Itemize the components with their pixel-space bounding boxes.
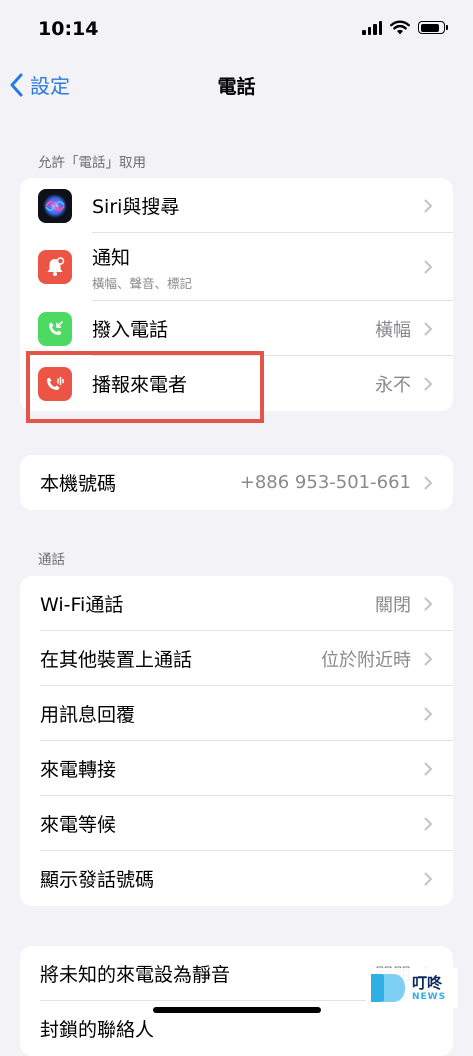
row-call-forwarding[interactable]: 來電轉接 xyxy=(20,741,453,796)
chevron-right-icon xyxy=(424,476,432,489)
watermark: 叮咚 NEWS xyxy=(366,968,458,1008)
row-value: 橫幅 xyxy=(375,319,411,341)
row-label: 本機號碼 xyxy=(40,473,117,495)
row-label: Siri與搜尋 xyxy=(92,196,180,218)
page-title: 電話 xyxy=(217,76,256,98)
siri-icon xyxy=(38,188,72,223)
navigation-bar: 設定 電話 xyxy=(0,60,473,108)
chevron-right-icon xyxy=(424,707,432,720)
row-label: 用訊息回覆 xyxy=(40,704,136,726)
section-header-calls: 通話 xyxy=(38,552,65,568)
row-label: 來電等候 xyxy=(40,814,117,836)
wifi-icon xyxy=(390,20,410,35)
row-value: 永不 xyxy=(375,374,411,396)
status-time: 10:14 xyxy=(38,18,99,40)
row-my-number[interactable]: 本機號碼 +886 953-501-661 xyxy=(20,455,453,510)
my-number-group: 本機號碼 +886 953-501-661 xyxy=(20,455,453,510)
row-label: 顯示發話號碼 xyxy=(40,869,155,891)
watermark-en: NEWS xyxy=(412,991,447,1002)
row-label: 通知 xyxy=(92,246,131,269)
status-icons xyxy=(362,20,448,35)
chevron-right-icon xyxy=(424,377,432,390)
highlight-box xyxy=(26,351,264,423)
calls-group: Wi-Fi通話 關閉 在其他裝置上通話 位於附近時 用訊息回覆 來電轉接 來電等… xyxy=(20,576,453,906)
row-value: 位於附近時 xyxy=(321,649,411,671)
chevron-right-icon xyxy=(424,652,432,665)
chevron-right-icon xyxy=(424,817,432,830)
row-call-waiting[interactable]: 來電等候 xyxy=(20,796,453,851)
chevron-right-icon xyxy=(424,762,432,775)
status-bar: 10:14 xyxy=(0,0,473,60)
row-label: 撥入電話 xyxy=(92,319,169,341)
watermark-cn: 叮咚 xyxy=(412,973,443,992)
row-subtitle: 橫幅、聲音、標記 xyxy=(92,275,193,291)
row-incoming-calls[interactable]: 撥入電話 橫幅 xyxy=(20,301,453,356)
row-label: 將未知的來電設為靜音 xyxy=(40,964,231,986)
row-respond-with-text[interactable]: 用訊息回覆 xyxy=(20,686,453,741)
chevron-right-icon xyxy=(424,199,432,212)
cellular-signal-icon xyxy=(362,20,382,35)
chevron-right-icon xyxy=(424,260,432,274)
row-label: 來電轉接 xyxy=(40,759,117,781)
notification-bell-icon xyxy=(38,250,72,284)
row-label: 封鎖的聯絡人 xyxy=(40,1019,155,1041)
row-value: 關閉 xyxy=(375,594,411,616)
row-calls-other-devices[interactable]: 在其他裝置上通話 位於附近時 xyxy=(20,631,453,686)
battery-icon xyxy=(418,21,448,34)
home-indicator[interactable] xyxy=(153,1007,321,1013)
row-notifications[interactable]: 通知 橫幅、聲音、標記 xyxy=(20,233,453,301)
dingdong-logo-icon xyxy=(371,974,405,1002)
row-wifi-calling[interactable]: Wi-Fi通話 關閉 xyxy=(20,576,453,631)
incoming-call-icon xyxy=(38,311,72,346)
chevron-right-icon xyxy=(424,597,432,610)
row-value: +886 953-501-661 xyxy=(239,472,411,493)
row-siri-search[interactable]: Siri與搜尋 xyxy=(20,178,453,233)
row-label: 在其他裝置上通話 xyxy=(40,649,193,671)
section-header-allow: 允許「電話」取用 xyxy=(38,155,146,171)
row-show-caller-id[interactable]: 顯示發話號碼 xyxy=(20,851,453,906)
row-label: Wi-Fi通話 xyxy=(40,594,124,616)
chevron-right-icon xyxy=(424,872,432,885)
chevron-right-icon xyxy=(424,322,432,335)
